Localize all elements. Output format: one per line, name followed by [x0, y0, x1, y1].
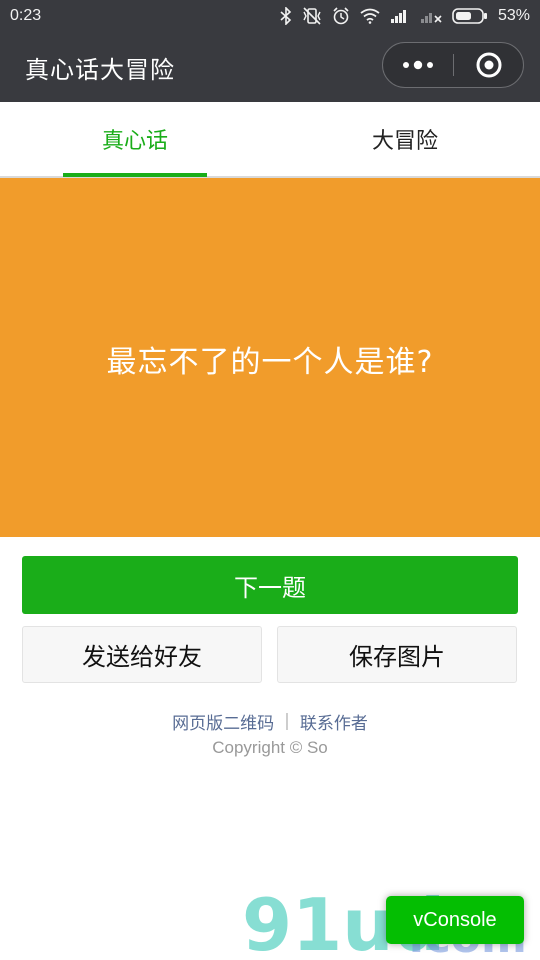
- footer-links: 网页版二维码 | 联系作者: [0, 709, 540, 734]
- active-tab-indicator: [63, 173, 207, 177]
- page-title: 真心话大冒险: [25, 56, 175, 84]
- next-question-button[interactable]: 下一题: [22, 556, 518, 614]
- signal-icon: [390, 9, 410, 23]
- signal-no-service-icon: [420, 9, 442, 23]
- miniprogram-capsule: [382, 42, 524, 88]
- question-card: 最忘不了的一个人是谁?: [0, 178, 540, 537]
- navigation-bar: 真心话大冒险: [0, 32, 540, 102]
- status-time: 0:23: [10, 7, 42, 24]
- vibrate-off-icon: [302, 7, 322, 25]
- more-menu-button[interactable]: [383, 43, 453, 87]
- battery-percent: 53%: [497, 7, 530, 24]
- wifi-icon: [360, 8, 380, 24]
- status-icons: 53%: [280, 5, 530, 27]
- footer-divider: |: [284, 711, 290, 731]
- vconsole-button[interactable]: vConsole: [386, 896, 524, 944]
- send-to-friend-button[interactable]: 发送给好友: [22, 626, 262, 683]
- tab-bar: 真心话 大冒险: [0, 102, 540, 178]
- question-text: 最忘不了的一个人是谁?: [106, 344, 434, 380]
- bluetooth-icon: [280, 7, 292, 25]
- web-qr-code-link[interactable]: 网页版二维码: [172, 709, 274, 734]
- tab-dare[interactable]: 大冒险: [270, 102, 540, 176]
- status-bar: 0:23 53%: [0, 0, 540, 32]
- copyright-text: Copyright © So: [212, 738, 328, 757]
- contact-author-link[interactable]: 联系作者: [300, 709, 368, 734]
- battery-icon: [452, 8, 488, 24]
- alarm-icon: [332, 7, 350, 25]
- close-miniprogram-button[interactable]: [454, 43, 524, 87]
- target-close-icon: [476, 52, 502, 78]
- tab-truth[interactable]: 真心话: [0, 102, 270, 176]
- more-dots-icon: [403, 60, 433, 70]
- save-image-button[interactable]: 保存图片: [277, 626, 517, 683]
